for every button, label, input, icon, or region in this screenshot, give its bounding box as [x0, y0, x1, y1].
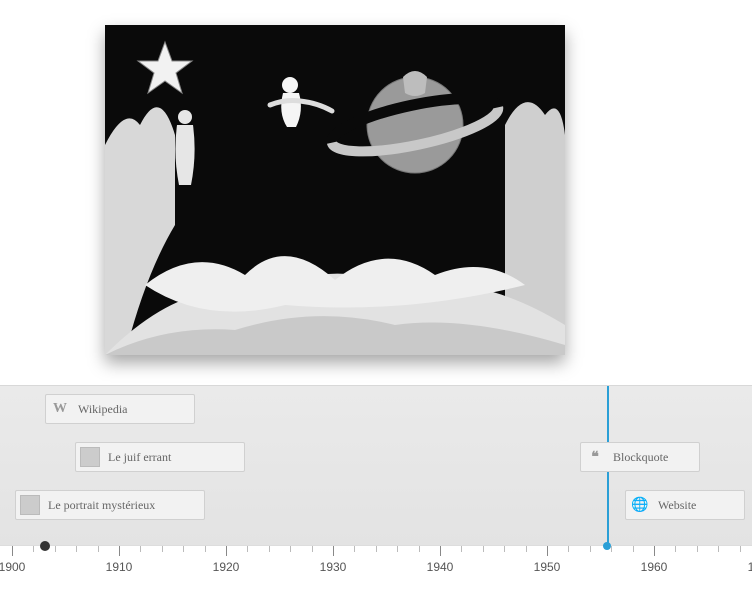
- timeline-band[interactable]: W Wikipedia Le juif errant ❝ Blockquote Le po…: [0, 385, 752, 545]
- wikipedia-icon: W: [50, 399, 70, 419]
- timeline-marker-dot[interactable]: [603, 542, 611, 550]
- ruler-label: 1970: [748, 560, 752, 574]
- ruler-label: 1900: [0, 560, 25, 574]
- timeline-item-wikipedia[interactable]: W Wikipedia: [45, 394, 195, 424]
- ruler-tick-minor: [697, 546, 698, 552]
- ruler-tick-minor: [98, 546, 99, 552]
- ruler-tick-minor: [526, 546, 527, 552]
- ruler-label: 1940: [427, 560, 454, 574]
- ruler-tick-minor: [568, 546, 569, 552]
- website-icon: 🌐: [630, 495, 650, 515]
- ruler-tick-minor: [461, 546, 462, 552]
- media-area: [0, 0, 752, 385]
- thumbnail-icon: [20, 495, 40, 515]
- timeline-item-label: Wikipedia: [78, 402, 128, 417]
- ruler-label: 1950: [534, 560, 561, 574]
- ruler-tick-minor: [33, 546, 34, 552]
- ruler-tick-minor: [183, 546, 184, 552]
- ruler-label: 1920: [213, 560, 240, 574]
- ruler-tick-major: [12, 546, 13, 556]
- ruler-tick-major: [547, 546, 548, 556]
- ruler-tick-major: [226, 546, 227, 556]
- ruler-tick-minor: [718, 546, 719, 552]
- ruler-tick-minor: [376, 546, 377, 552]
- timeline-item-portrait[interactable]: Le portrait mystérieux: [15, 490, 205, 520]
- timeline-start-marker[interactable]: [40, 541, 50, 551]
- ruler-tick-minor: [397, 546, 398, 552]
- ruler-tick-minor: [504, 546, 505, 552]
- ruler-tick-minor: [419, 546, 420, 552]
- blockquote-icon: ❝: [585, 447, 605, 467]
- ruler-tick-minor: [140, 546, 141, 552]
- thumbnail-icon: [80, 447, 100, 467]
- media-image: [105, 25, 565, 355]
- ruler-tick-minor: [269, 546, 270, 552]
- ruler-tick-major: [654, 546, 655, 556]
- ruler-tick-minor: [483, 546, 484, 552]
- ruler-tick-minor: [162, 546, 163, 552]
- ruler-tick-minor: [55, 546, 56, 552]
- ruler-tick-minor: [312, 546, 313, 552]
- ruler-tick-major: [440, 546, 441, 556]
- ruler-tick-minor: [354, 546, 355, 552]
- ruler-tick-major: [119, 546, 120, 556]
- ruler-tick-minor: [76, 546, 77, 552]
- ruler-tick-major: [333, 546, 334, 556]
- ruler-tick-minor: [611, 546, 612, 552]
- ruler-label: 1930: [320, 560, 347, 574]
- ruler-label: 1910: [106, 560, 133, 574]
- ruler-tick-minor: [633, 546, 634, 552]
- ruler-tick-minor: [247, 546, 248, 552]
- ruler-tick-minor: [590, 546, 591, 552]
- ruler-label: 1960: [641, 560, 668, 574]
- timeline-item-website[interactable]: 🌐 Website: [625, 490, 745, 520]
- ruler-tick-minor: [675, 546, 676, 552]
- ruler-tick-minor: [205, 546, 206, 552]
- timeline-item-label: Le juif errant: [108, 450, 171, 465]
- timeline-item-lejuif[interactable]: Le juif errant: [75, 442, 245, 472]
- ruler-tick-minor: [290, 546, 291, 552]
- timeline-item-label: Le portrait mystérieux: [48, 498, 155, 513]
- timeline-item-label: Website: [658, 498, 696, 513]
- timeline-item-label: Blockquote: [613, 450, 668, 465]
- ruler-tick-minor: [740, 546, 741, 552]
- timeline-item-blockquote[interactable]: ❝ Blockquote: [580, 442, 700, 472]
- timeline-ruler[interactable]: 1900 1910 1920 1930 1940 1950 1960 1970: [0, 545, 752, 595]
